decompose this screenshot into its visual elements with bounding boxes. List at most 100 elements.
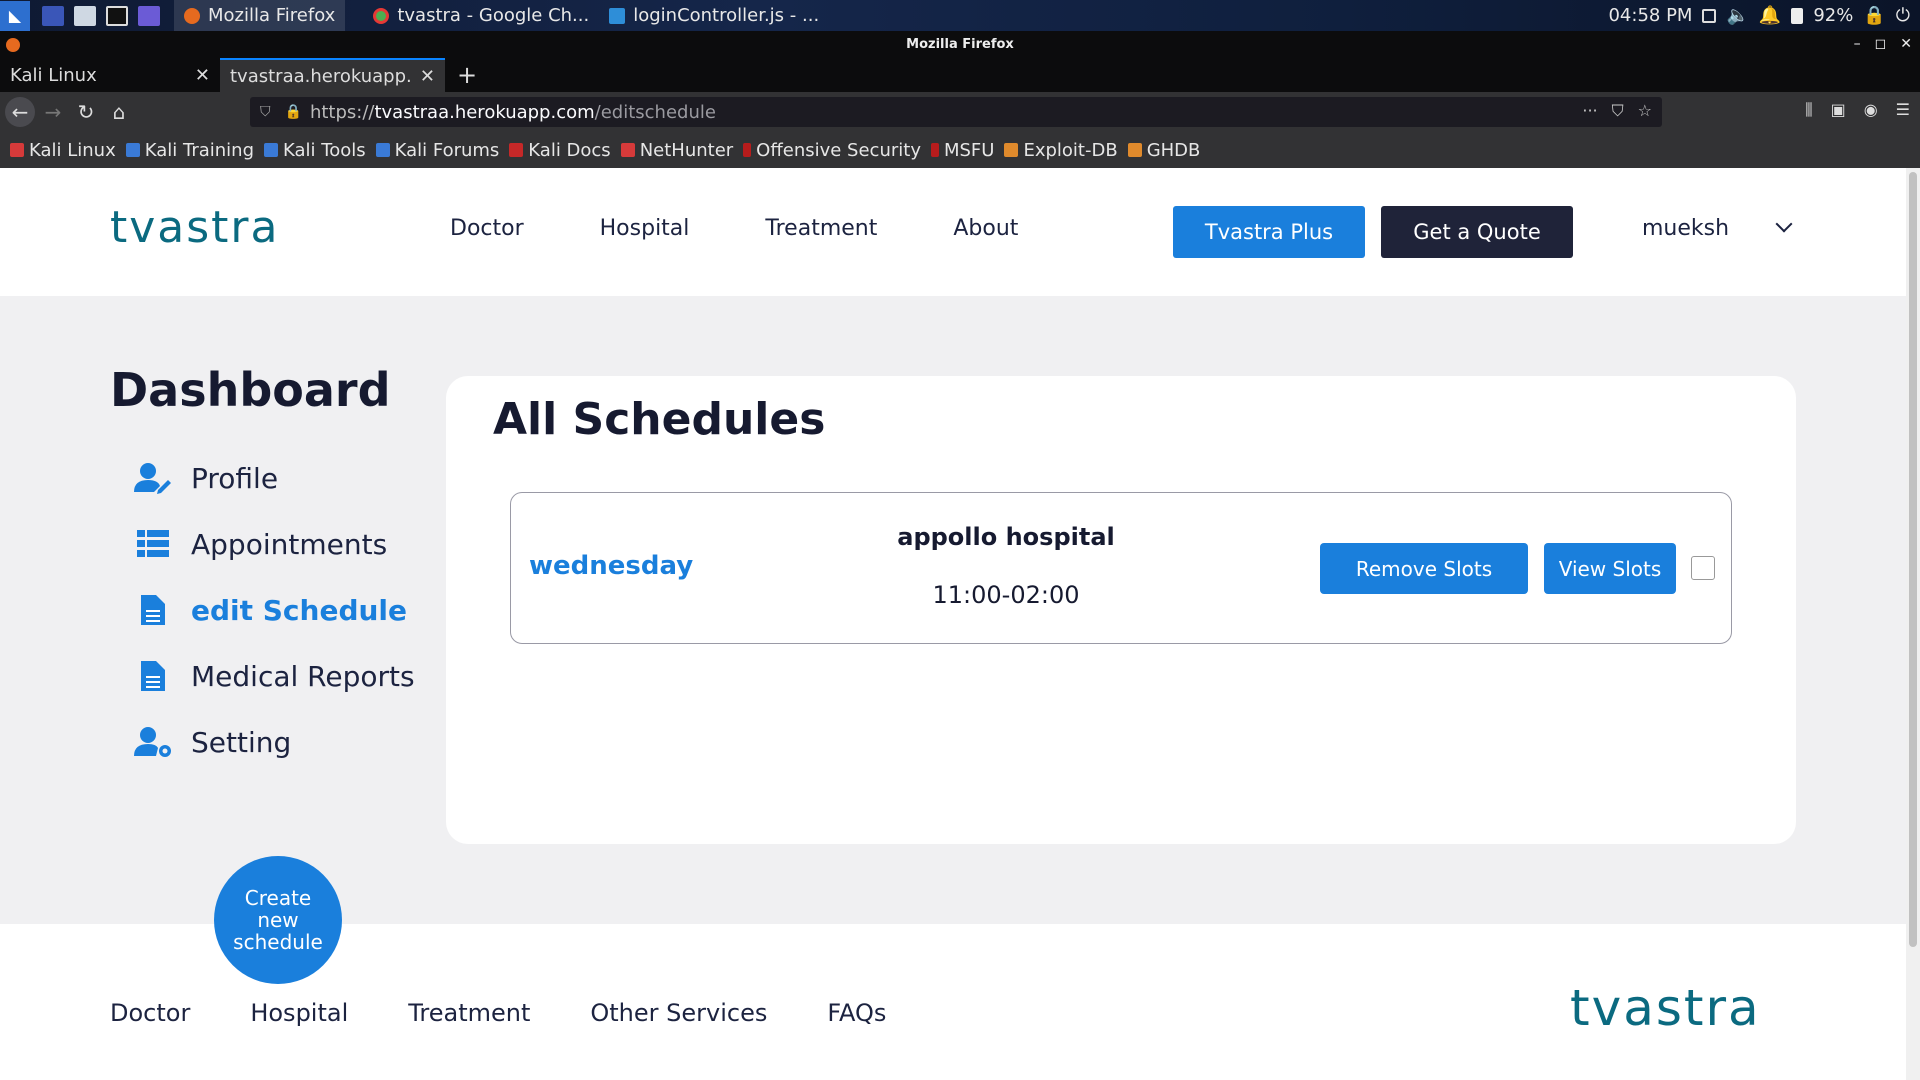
screenshot-icon[interactable] (138, 5, 160, 26)
kali-menu-icon[interactable]: ◣ (0, 0, 30, 31)
lock-icon[interactable]: 🔒 (285, 104, 302, 120)
bookmark-label: Kali Linux (29, 139, 116, 161)
account-icon[interactable]: ◉ (1864, 100, 1878, 120)
footer-link-treatment[interactable]: Treatment (408, 999, 530, 1027)
battery-level: 92% (1813, 5, 1854, 26)
library-icon[interactable]: ⫼ (1805, 100, 1812, 120)
view-slots-button[interactable]: View Slots (1544, 543, 1676, 594)
footer-link-doctor[interactable]: Doctor (110, 999, 190, 1027)
chevron-down-icon[interactable] (1775, 215, 1793, 233)
bookmark-item[interactable]: Kali Docs (509, 139, 611, 161)
schedules-title: All Schedules (493, 394, 826, 445)
volume-icon[interactable]: 🔈 (1726, 5, 1748, 26)
tab-tvastra[interactable]: tvastraa.herokuapp.com/editschedule ✕ (220, 58, 445, 92)
tab-label: tvastraa.herokuapp.com/editschedule (230, 65, 410, 87)
bookmark-item[interactable]: MSFU (930, 139, 995, 161)
nav-doctor[interactable]: Doctor (450, 216, 524, 241)
top-nav: Doctor Hospital Treatment About (450, 216, 1018, 241)
battery-icon[interactable] (1791, 7, 1804, 24)
close-tab-icon[interactable]: ✕ (420, 66, 435, 87)
bookmark-item[interactable]: Kali Training (125, 140, 254, 161)
footer-link-hospital[interactable]: Hospital (250, 999, 348, 1027)
sidebar-item-edit-schedule[interactable]: edit Schedule (133, 592, 407, 628)
bookmark-label: Exploit-DB (1023, 139, 1118, 161)
terminal-icon[interactable] (106, 5, 128, 26)
schedule-checkbox[interactable] (1691, 556, 1715, 580)
new-tab-icon[interactable]: + (445, 58, 489, 92)
bookmark-star-icon[interactable]: ☆ (1638, 101, 1652, 121)
schedule-hospital: appollo hospital (897, 523, 1115, 551)
tvastra-plus-button[interactable]: Tvastra Plus (1173, 206, 1365, 258)
window-controls: – ◻ ✕ (1854, 31, 1912, 58)
clock[interactable]: 04:58 PM (1608, 5, 1692, 26)
bookmark-label: MSFU (943, 139, 995, 161)
bookmark-item[interactable]: Kali Linux (10, 140, 116, 161)
get-quote-button[interactable]: Get a Quote (1381, 206, 1573, 258)
system-tray: 04:58 PM 🔈 🔔 92% 🔒 ⏻ (1608, 0, 1910, 31)
sidebar-item-setting[interactable]: Setting (133, 724, 291, 760)
footer-link-other-services[interactable]: Other Services (590, 999, 767, 1027)
bookmark-item[interactable]: Kali Forums (375, 140, 499, 161)
scrollbar-thumb[interactable] (1909, 172, 1917, 947)
remove-slots-button[interactable]: Remove Slots (1320, 543, 1528, 594)
bookmark-label: Offensive Security (756, 139, 921, 161)
screen-icon[interactable] (1702, 8, 1717, 23)
lock-icon[interactable]: 🔒 (1863, 5, 1885, 26)
browser-tabstrip: Kali Linux ✕ tvastraa.herokuapp.com/edit… (0, 58, 1920, 92)
user-gear-icon (133, 724, 173, 760)
tvastra-logo[interactable]: tvastra (110, 202, 279, 253)
home-icon[interactable]: ⌂ (104, 97, 134, 127)
bookmark-item[interactable]: Kali Tools (264, 140, 366, 161)
bookmark-item[interactable]: Exploit-DB (1004, 139, 1118, 161)
bookmark-label: Kali Tools (283, 139, 366, 161)
nav-hospital[interactable]: Hospital (600, 216, 690, 241)
forward-icon[interactable]: → (38, 97, 68, 127)
page-scrollbar[interactable] (1906, 168, 1920, 1080)
sidebar-item-profile[interactable]: Profile (133, 460, 278, 496)
reload-icon[interactable]: ↻ (71, 97, 101, 127)
task-label: tvastra - Google Ch... (397, 5, 590, 26)
file-manager-icon[interactable] (74, 5, 96, 26)
bookmark-item[interactable]: NetHunter (620, 140, 733, 161)
bookmark-item[interactable]: Offensive Security (743, 140, 921, 161)
taskbar-item-firefox[interactable]: Mozilla Firefox (174, 0, 346, 31)
footer-link-faqs[interactable]: FAQs (827, 999, 886, 1027)
tab-label: Kali Linux (10, 64, 97, 86)
desktop-icon[interactable] (42, 5, 64, 26)
create-schedule-label: Create new schedule (233, 886, 323, 954)
create-schedule-button[interactable]: Create new schedule (214, 856, 342, 984)
tab-kali-linux[interactable]: Kali Linux ✕ (0, 58, 220, 92)
schedule-time: 11:00-02:00 (932, 581, 1080, 609)
pocket-icon[interactable]: ⛉ (1612, 101, 1624, 121)
sidebar-item-medical-reports[interactable]: Medical Reports (133, 658, 415, 694)
url-bar[interactable]: ⛉ 🔒 https://tvastraa.herokuapp.com/edits… (250, 97, 1662, 127)
browser-titlebar: Mozilla Firefox – ◻ ✕ (0, 31, 1920, 58)
bookmark-label: Kali Docs (528, 139, 611, 161)
bookmark-item[interactable]: GHDB (1127, 139, 1201, 161)
minimize-icon[interactable]: – (1854, 31, 1861, 58)
taskbar-item-chrome[interactable]: tvastra - Google Ch... (363, 0, 599, 31)
sidebar-icon[interactable]: ▣ (1831, 100, 1846, 120)
nav-about[interactable]: About (953, 216, 1018, 241)
sidebar-item-appointments[interactable]: Appointments (133, 526, 387, 562)
back-icon[interactable]: ← (5, 97, 35, 127)
close-icon[interactable]: ✕ (1900, 31, 1912, 58)
user-menu-name[interactable]: mueksh (1642, 216, 1729, 241)
offsec-icon (743, 143, 752, 157)
firefox-icon (6, 38, 20, 52)
maximize-icon[interactable]: ◻ (1875, 31, 1887, 58)
kali-icon (10, 143, 24, 157)
nav-treatment[interactable]: Treatment (765, 216, 877, 241)
bookmark-label: GHDB (1146, 139, 1201, 161)
power-icon[interactable]: ⏻ (1896, 5, 1910, 26)
shield-icon[interactable]: ⛉ (260, 104, 271, 120)
close-tab-icon[interactable]: ✕ (195, 65, 210, 86)
sidebar-item-label: Appointments (191, 527, 388, 561)
site-header: tvastra Doctor Hospital Treatment About … (0, 168, 1906, 296)
taskbar-item-vscode[interactable]: loginController.js - ... (599, 0, 829, 31)
bell-icon[interactable]: 🔔 (1759, 5, 1781, 26)
more-actions-icon[interactable]: ··· (1582, 101, 1597, 121)
menu-icon[interactable]: ☰ (1896, 100, 1910, 120)
kali-docs-icon (509, 143, 524, 157)
footer-logo[interactable]: tvastra (1570, 979, 1761, 1037)
